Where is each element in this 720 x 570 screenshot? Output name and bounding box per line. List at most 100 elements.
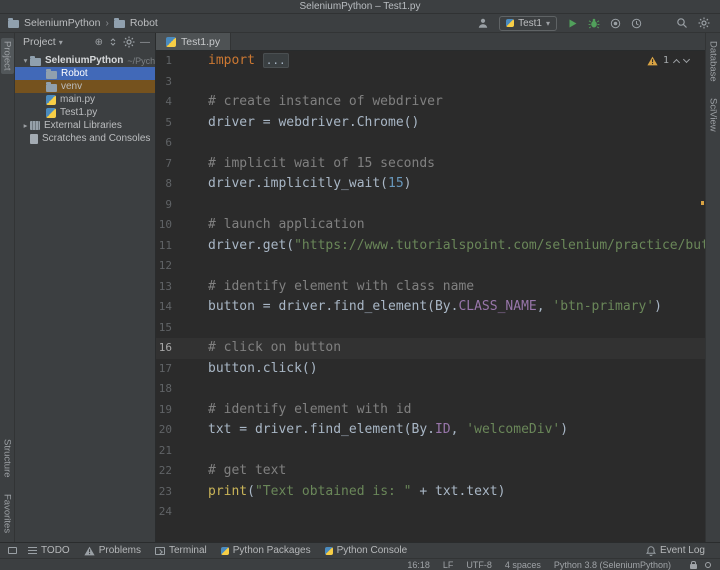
tree-item-main-py[interactable]: main.py xyxy=(15,93,155,106)
pycharm-window: SeleniumPython – Test1.py SeleniumPython… xyxy=(0,0,720,570)
code-text xyxy=(208,441,705,462)
prev-warning-icon[interactable] xyxy=(673,58,680,65)
line-number[interactable]: 12 xyxy=(156,256,208,277)
terminal-icon xyxy=(155,547,165,555)
folder-icon xyxy=(46,84,57,92)
breadcrumb-folder[interactable]: Robot xyxy=(130,17,158,29)
code-line-24: 24 xyxy=(156,502,705,523)
tab-label: Test1.py xyxy=(181,36,220,48)
stripe-sciview[interactable]: SciView xyxy=(707,95,720,135)
line-number[interactable]: 18 xyxy=(156,379,208,400)
search-everywhere-icon[interactable] xyxy=(676,17,688,29)
code-line-15: 15 xyxy=(156,318,705,339)
code-text: # identify element with class name xyxy=(208,277,705,298)
tool-button-terminal[interactable]: Terminal xyxy=(148,543,214,558)
tool-button-label: Problems xyxy=(99,545,141,556)
stripe-project[interactable]: Project xyxy=(1,38,14,74)
tool-button-label: Terminal xyxy=(169,545,207,556)
next-warning-icon[interactable] xyxy=(683,56,690,63)
tool-button-python-packages[interactable]: Python Packages xyxy=(214,543,318,558)
run-button[interactable] xyxy=(567,18,578,29)
expand-collapse-icon[interactable] xyxy=(108,37,118,47)
line-number[interactable]: 9 xyxy=(156,195,208,216)
status-line-separator[interactable]: LF xyxy=(443,560,454,570)
navigation-bar: SeleniumPython › Robot xyxy=(8,17,158,29)
stripe-favorites[interactable]: Favorites xyxy=(1,491,14,536)
line-number[interactable]: 5 xyxy=(156,113,208,134)
status-items: 16:18 LF UTF-8 4 spaces Python 3.8 (Selenium… xyxy=(407,560,671,570)
line-number[interactable]: 10 xyxy=(156,215,208,236)
python-icon xyxy=(221,547,229,555)
panel-settings-icon[interactable] xyxy=(123,36,135,48)
code-text: button.click() xyxy=(208,359,705,380)
hide-panel-icon[interactable]: — xyxy=(140,37,150,48)
line-number[interactable]: 7 xyxy=(156,154,208,175)
status-indent-style[interactable]: 4 spaces xyxy=(505,560,541,570)
scrollbar-warning-mark[interactable] xyxy=(701,201,704,205)
chevron-down-icon[interactable]: ▾ xyxy=(59,38,63,47)
code-text xyxy=(208,133,705,154)
stripe-database[interactable]: Database xyxy=(707,38,720,85)
line-number[interactable]: 22 xyxy=(156,461,208,482)
editor-area[interactable]: 1import ...34# create instance of webdri… xyxy=(156,51,705,542)
user-settings-icon[interactable] xyxy=(477,17,489,29)
project-panel-header: Project ▾ ⊕ — xyxy=(15,33,155,51)
line-number[interactable]: 17 xyxy=(156,359,208,380)
line-number[interactable]: 16 xyxy=(156,338,208,359)
profiler-button[interactable] xyxy=(631,18,642,29)
tree-item-scratches-and-consoles[interactable]: Scratches and Consoles xyxy=(15,132,155,145)
line-number[interactable]: 21 xyxy=(156,441,208,462)
main-toolbar: SeleniumPython › Robot Test1 ▾ xyxy=(0,14,720,33)
breadcrumb-project[interactable]: SeleniumPython xyxy=(24,17,100,29)
stripe-structure[interactable]: Structure xyxy=(1,436,14,481)
tree-item-external-libraries[interactable]: ▸External Libraries xyxy=(15,119,155,132)
tab-test1py[interactable]: Test1.py xyxy=(156,33,231,50)
tool-button-todo[interactable]: TODO xyxy=(21,543,77,558)
line-number[interactable]: 6 xyxy=(156,133,208,154)
status-file-encoding[interactable]: UTF-8 xyxy=(466,560,492,570)
tree-item-robot[interactable]: Robot xyxy=(15,67,155,80)
code-line-1: 1import ... xyxy=(156,51,705,72)
status-icons xyxy=(690,561,711,569)
tree-item-seleniumpython[interactable]: ▾SeleniumPython~/PycharmPro... xyxy=(15,54,155,67)
tree-arrow-icon: ▾ xyxy=(21,56,30,65)
code-text: import ... xyxy=(208,51,705,72)
line-number[interactable]: 24 xyxy=(156,502,208,523)
code-text xyxy=(208,72,705,93)
code-text: button = driver.find_element(By.CLASS_NA… xyxy=(208,297,705,318)
tool-window-switcher-icon[interactable] xyxy=(8,547,17,554)
line-number[interactable]: 3 xyxy=(156,72,208,93)
status-python-interpreter[interactable]: Python 3.8 (SeleniumPython) xyxy=(554,560,671,570)
line-number[interactable]: 8 xyxy=(156,174,208,195)
line-number[interactable]: 1 xyxy=(156,51,208,72)
run-config-selector[interactable]: Test1 ▾ xyxy=(499,16,557,31)
line-number[interactable]: 13 xyxy=(156,277,208,298)
tree-item-venv[interactable]: venv xyxy=(15,80,155,93)
status-cursor-position[interactable]: 16:18 xyxy=(407,560,430,570)
line-number[interactable]: 15 xyxy=(156,318,208,339)
tree-item-test1-py[interactable]: Test1.py xyxy=(15,106,155,119)
python-icon xyxy=(506,19,514,27)
line-number[interactable]: 20 xyxy=(156,420,208,441)
tool-button-python-console[interactable]: Python Console xyxy=(318,543,415,558)
tree-item-label: Robot xyxy=(61,68,88,79)
code-text: # implicit wait of 15 seconds xyxy=(208,154,705,175)
settings-gear-icon[interactable] xyxy=(698,17,710,29)
line-number[interactable]: 14 xyxy=(156,297,208,318)
debug-button[interactable] xyxy=(588,18,600,29)
indicator-icon[interactable] xyxy=(705,562,711,568)
scratch-icon xyxy=(30,134,38,144)
locate-file-icon[interactable]: ⊕ xyxy=(95,37,103,48)
line-number[interactable]: 4 xyxy=(156,92,208,113)
tool-button-problems[interactable]: Problems xyxy=(77,543,148,558)
code-line-11: 11driver.get("https://www.tutorialspoint… xyxy=(156,236,705,257)
tool-button-event-log[interactable]: Event Log xyxy=(639,543,712,558)
lock-icon[interactable] xyxy=(690,564,697,569)
coverage-button[interactable] xyxy=(610,18,621,29)
line-number[interactable]: 19 xyxy=(156,400,208,421)
line-number[interactable]: 23 xyxy=(156,482,208,503)
panel-title[interactable]: Project xyxy=(23,36,56,48)
tree-item-label: Test1.py xyxy=(60,107,97,118)
line-number[interactable]: 11 xyxy=(156,236,208,257)
breadcrumb-separator-icon: › xyxy=(105,18,108,29)
